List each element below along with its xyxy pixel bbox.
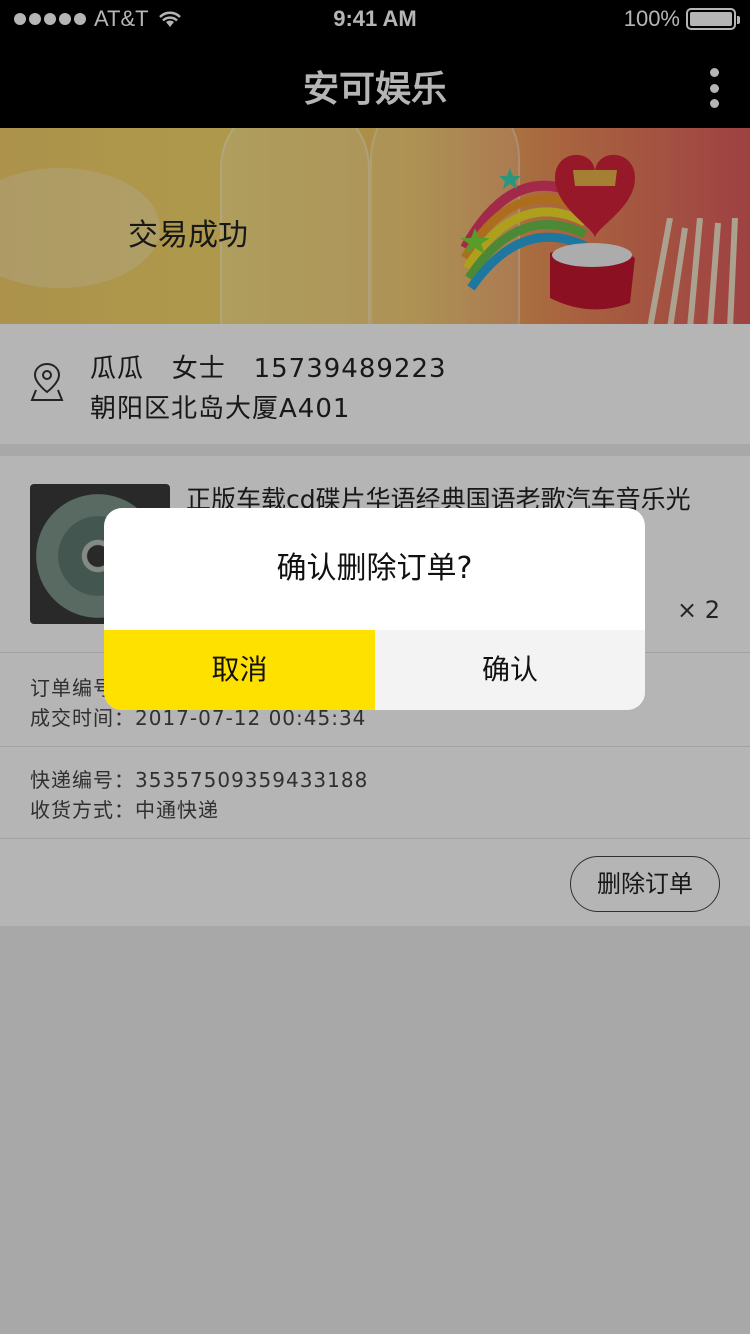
dialog-message: 确认删除订单? bbox=[276, 551, 473, 586]
confirm-delete-dialog: 确认删除订单? 取消 确认 bbox=[104, 508, 645, 710]
confirm-button[interactable]: 确认 bbox=[375, 630, 645, 710]
cancel-button[interactable]: 取消 bbox=[104, 630, 375, 710]
